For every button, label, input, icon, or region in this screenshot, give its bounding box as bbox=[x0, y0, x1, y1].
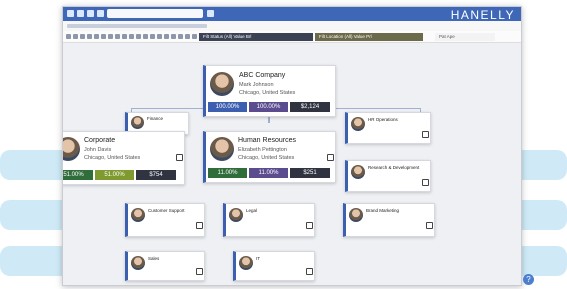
metric-badge: 100.00% bbox=[208, 102, 247, 112]
card-title: Finance bbox=[147, 116, 164, 121]
org-chart-icon[interactable] bbox=[196, 222, 203, 229]
avatar bbox=[131, 208, 145, 222]
avatar bbox=[239, 256, 253, 270]
tool-icon[interactable] bbox=[178, 34, 183, 39]
app-window: HANELLY Filt Status (All) Value Brl Filt… bbox=[62, 6, 522, 286]
card-title: Legal bbox=[246, 208, 258, 213]
card-title: Human Resources bbox=[238, 137, 296, 144]
org-card-brand[interactable]: Brand Marketing bbox=[343, 203, 435, 237]
org-chart-icon[interactable] bbox=[176, 154, 183, 161]
org-card-legal[interactable]: Legal bbox=[223, 203, 315, 237]
menu-icon[interactable] bbox=[67, 10, 74, 17]
org-card-research[interactable]: Research & Development bbox=[345, 160, 431, 192]
org-chart-icon[interactable] bbox=[196, 268, 203, 275]
title-bar: HANELLY bbox=[63, 7, 521, 22]
card-person: Mark Johnson bbox=[239, 82, 274, 88]
card-location: Chicago, United States bbox=[239, 90, 296, 96]
card-location: Chicago, United States bbox=[238, 155, 295, 161]
tool-icon[interactable] bbox=[157, 34, 162, 39]
avatar bbox=[351, 117, 365, 131]
metric-badge: 11.00% bbox=[208, 168, 247, 178]
tool-icon[interactable] bbox=[108, 34, 113, 39]
avatar bbox=[351, 165, 365, 179]
metric-badge: $251 bbox=[290, 168, 330, 178]
card-location: Chicago, United States bbox=[84, 155, 141, 161]
filter-extra-label: Pat Ape bbox=[435, 33, 495, 41]
tool-icon[interactable] bbox=[115, 34, 120, 39]
tool-icon[interactable] bbox=[73, 34, 78, 39]
back-icon[interactable] bbox=[97, 10, 104, 17]
tool-icon[interactable] bbox=[171, 34, 176, 39]
search-input[interactable] bbox=[107, 9, 203, 18]
filter-chip-location[interactable]: Filt Location (All) Value Prl bbox=[315, 33, 423, 41]
tool-icon[interactable] bbox=[80, 34, 85, 39]
org-chart-icon[interactable] bbox=[327, 154, 334, 161]
card-title: Brand Marketing bbox=[366, 208, 400, 213]
tool-icon[interactable] bbox=[101, 34, 106, 39]
tool-icon[interactable] bbox=[136, 34, 141, 39]
tool-icon[interactable] bbox=[94, 34, 99, 39]
org-chart-icon[interactable] bbox=[422, 131, 429, 138]
tool-icon[interactable] bbox=[143, 34, 148, 39]
org-card-abc[interactable]: ABC Company Mark Johnson Chicago, United… bbox=[203, 65, 336, 117]
metric-badge: 51.00% bbox=[95, 170, 134, 180]
help-icon[interactable]: ? bbox=[523, 274, 534, 285]
avatar bbox=[210, 137, 234, 161]
card-title: Research & Development bbox=[368, 165, 420, 170]
metric-badge: 51.00% bbox=[63, 170, 93, 180]
tool-icon[interactable] bbox=[66, 34, 71, 39]
tool-icon[interactable] bbox=[122, 34, 127, 39]
tool-icon[interactable] bbox=[87, 34, 92, 39]
card-title: Customer Support bbox=[148, 208, 185, 213]
org-card-hr[interactable]: Human Resources Elizabeth Pettington Chi… bbox=[203, 131, 336, 183]
org-chart-icon[interactable] bbox=[422, 179, 429, 186]
tool-icon[interactable] bbox=[150, 34, 155, 39]
home-icon[interactable] bbox=[77, 10, 84, 17]
card-title: Corporate bbox=[84, 137, 116, 144]
brand-logo: HANELLY bbox=[450, 8, 515, 22]
card-title: HR Operations bbox=[368, 117, 398, 122]
menu-icon-row[interactable] bbox=[67, 24, 207, 28]
avatar bbox=[131, 116, 144, 129]
org-card-it[interactable]: IT bbox=[233, 251, 315, 281]
metric-badge: 100.00% bbox=[249, 102, 288, 112]
org-chart-icon[interactable] bbox=[426, 222, 433, 229]
tool-icon[interactable] bbox=[164, 34, 169, 39]
org-card-sales[interactable]: Sales bbox=[125, 251, 205, 281]
org-card-customer[interactable]: Customer Support bbox=[125, 203, 205, 237]
metric-badge: 11.00% bbox=[249, 168, 288, 178]
card-title: ABC Company bbox=[239, 72, 286, 79]
org-chart-icon[interactable] bbox=[306, 268, 313, 275]
avatar bbox=[349, 208, 363, 222]
metric-badge: $754 bbox=[136, 170, 176, 180]
search-icon[interactable] bbox=[207, 10, 214, 17]
avatar bbox=[210, 72, 234, 96]
card-person: John Davis bbox=[84, 147, 112, 153]
tool-icon[interactable] bbox=[192, 34, 197, 39]
card-person: Elizabeth Pettington bbox=[238, 147, 287, 153]
org-chart-canvas: ABC Company Mark Johnson Chicago, United… bbox=[63, 43, 521, 285]
org-chart-icon[interactable] bbox=[306, 222, 313, 229]
metric-badge: $2,124 bbox=[290, 102, 330, 112]
tool-icon[interactable] bbox=[185, 34, 190, 39]
filter-chip-status[interactable]: Filt Status (All) Value Brl bbox=[199, 33, 313, 41]
avatar bbox=[131, 256, 145, 270]
tool-icon[interactable] bbox=[129, 34, 134, 39]
org-card-hrops[interactable]: HR Operations bbox=[345, 112, 431, 144]
card-title: Sales bbox=[148, 256, 160, 261]
card-title: IT bbox=[256, 256, 260, 261]
grid-icon[interactable] bbox=[87, 10, 94, 17]
avatar bbox=[63, 137, 80, 161]
avatar bbox=[229, 208, 243, 222]
org-card-corporate[interactable]: Corporate John Davis Chicago, United Sta… bbox=[63, 131, 185, 185]
